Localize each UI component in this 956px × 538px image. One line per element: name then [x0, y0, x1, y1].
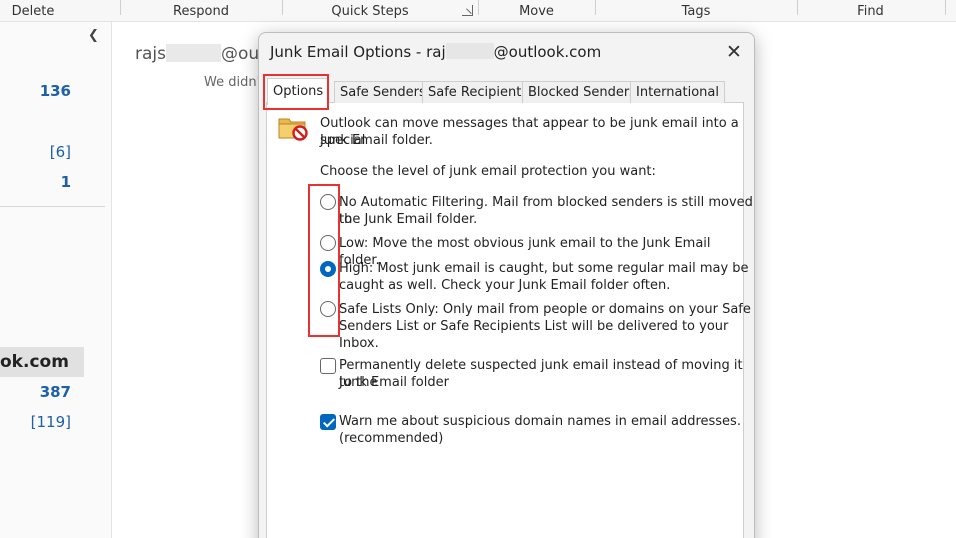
folder-count[interactable]: [119] [31, 413, 71, 431]
junk-email-options-dialog: Junk Email Options - raj @outlook.com ✕ O… [258, 32, 755, 538]
folder-count[interactable]: [6] [50, 143, 71, 161]
ribbon-group-delete[interactable]: Delete [0, 0, 66, 22]
radio-safe-lists-only[interactable] [320, 301, 336, 317]
account-header[interactable]: ok.com [0, 347, 84, 377]
option-label: the Junk Email folder. [339, 212, 478, 227]
ribbon-group-quick-steps[interactable]: Quick Steps [283, 0, 457, 22]
sender-prefix: rajs [135, 44, 166, 64]
checkbox-label: Junk Email folder [339, 375, 449, 390]
folder-count[interactable]: 1 [61, 173, 71, 191]
permanently-delete-checkbox[interactable] [320, 358, 336, 374]
redacted-block [166, 44, 221, 62]
choose-level-label: Choose the level of junk email protectio… [320, 164, 656, 179]
radio-high[interactable] [320, 261, 336, 277]
ribbon-group-respond[interactable]: Respond [121, 0, 281, 22]
tab-international[interactable]: International [630, 81, 725, 103]
collapse-pane-icon[interactable]: ❮ [88, 28, 99, 43]
close-icon[interactable]: ✕ [721, 41, 747, 65]
intro-text: Junk Email folder. [320, 133, 433, 148]
tab-options[interactable]: Options [267, 78, 330, 105]
dialog-launcher-icon[interactable] [462, 5, 473, 16]
dialog-title-prefix: Junk Email Options - raj [270, 43, 446, 61]
message-note: We didn't [204, 75, 266, 90]
radio-no-automatic-filtering[interactable] [320, 194, 336, 210]
dialog-title-suffix: @outlook.com [493, 43, 602, 61]
option-label: caught as well. Check your Junk Email fo… [339, 278, 671, 293]
ribbon: Delete Respond Quick Steps Move Tags Fin… [0, 0, 956, 22]
ribbon-group-find[interactable]: Find [798, 0, 943, 22]
folder-count[interactable]: 136 [40, 82, 71, 100]
tab-safe-recipients[interactable]: Safe Recipients [422, 81, 535, 103]
option-label: Senders List or Safe Recipients List wil… [339, 319, 729, 351]
folder-count[interactable]: 387 [40, 383, 71, 401]
ribbon-group-tags[interactable]: Tags [596, 0, 796, 22]
redacted-block [445, 43, 494, 59]
tab-safe-senders[interactable]: Safe Senders [334, 81, 432, 103]
checkbox-label: (recommended) [339, 431, 444, 446]
radio-low[interactable] [320, 235, 336, 251]
message-sender: rajs @outl [135, 44, 271, 64]
option-label: High: Most junk email is caught, but som… [339, 261, 749, 276]
ribbon-group-move[interactable]: Move [479, 0, 594, 22]
ribbon-separator [945, 0, 946, 15]
pane-divider [0, 206, 105, 207]
tab-blocked-senders[interactable]: Blocked Senders [522, 81, 642, 103]
checkbox-label: Warn me about suspicious domain names in… [339, 414, 741, 429]
folder-pane: ❮ 136 [6] 1 ok.com 387 [119] [0, 22, 112, 538]
option-label: Safe Lists Only: Only mail from people o… [339, 302, 751, 317]
warn-suspicious-domains-checkbox[interactable] [320, 414, 336, 430]
dialog-title: Junk Email Options - raj @outlook.com [270, 43, 601, 61]
junk-folder-icon [278, 118, 308, 141]
